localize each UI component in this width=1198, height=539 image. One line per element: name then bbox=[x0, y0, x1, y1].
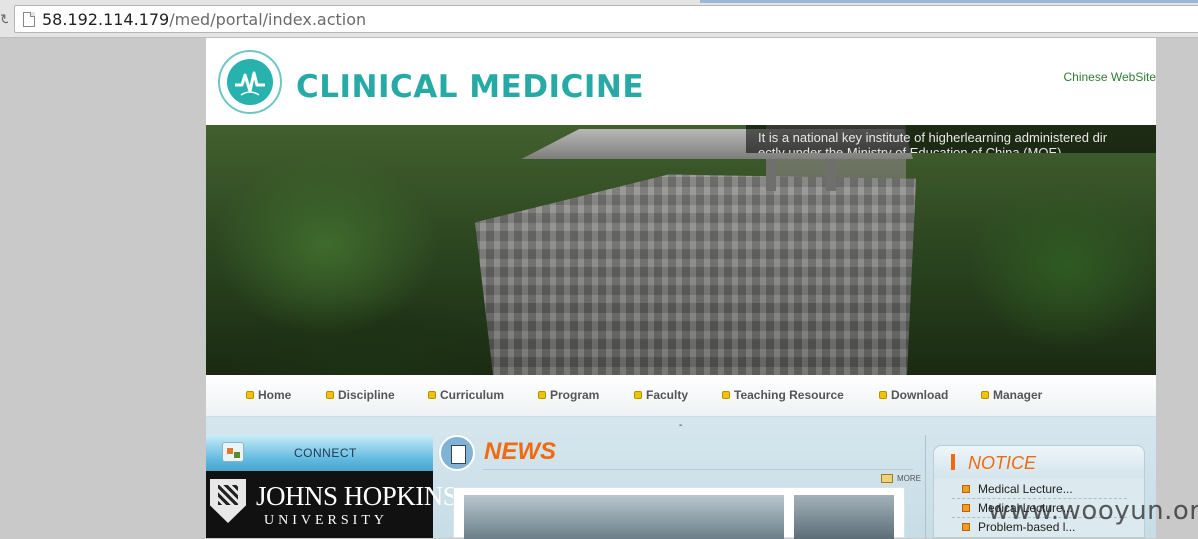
nav-bullet-icon bbox=[981, 391, 989, 399]
news-thumbnail[interactable] bbox=[794, 495, 894, 539]
notice-accent-icon bbox=[951, 454, 955, 470]
main-nav: Home Discipline Curriculum Program Facul… bbox=[206, 375, 1156, 417]
arrow-bullet-icon bbox=[962, 523, 970, 531]
notice-header: NOTICE bbox=[934, 446, 1144, 478]
banner-photo: It is a national key institute of higher… bbox=[206, 125, 1156, 375]
url-text[interactable]: 58.192.114.179/med/portal/index.action bbox=[42, 10, 366, 29]
watermark: www.wooyun.org bbox=[988, 496, 1198, 526]
nav-bullet-icon bbox=[538, 391, 546, 399]
nav-bullet-icon bbox=[634, 391, 642, 399]
nav-bullet-icon bbox=[326, 391, 334, 399]
jhu-shield-icon bbox=[210, 479, 246, 523]
nav-label: Download bbox=[891, 388, 949, 402]
site-title: CLINICAL MEDICINE bbox=[296, 69, 645, 105]
portal-page: CLINICAL MEDICINE Chinese WebSite It is … bbox=[206, 38, 1156, 539]
chinese-website-link[interactable]: Chinese WebSite bbox=[1064, 70, 1157, 84]
nav-label: Faculty bbox=[646, 388, 689, 402]
news-title: NEWS bbox=[484, 438, 556, 465]
notice-label: Medical Lecture... bbox=[978, 482, 1073, 496]
arrow-bullet-icon bbox=[962, 485, 970, 493]
banner-caption-line2: ectly under the Ministry of Education of… bbox=[758, 145, 1062, 153]
notice-item[interactable]: Medical Lecture... bbox=[962, 482, 1073, 496]
nav-item-teaching-resource[interactable]: Teaching Resource bbox=[722, 388, 844, 402]
nav-label: Curriculum bbox=[440, 388, 505, 402]
ecg-heartbeat-logo-icon bbox=[227, 59, 273, 105]
connect-panel: CONNECT JOHNS HOPKINS UNIVERSITY bbox=[206, 435, 458, 538]
notice-title: NOTICE bbox=[968, 453, 1037, 473]
banner-caption: It is a national key institute of higher… bbox=[746, 125, 1156, 153]
news-document-icon bbox=[439, 435, 475, 471]
site-header: CLINICAL MEDICINE Chinese WebSite bbox=[206, 38, 1156, 125]
connect-header: CONNECT bbox=[206, 435, 433, 471]
column-divider bbox=[925, 435, 926, 538]
nav-label: Discipline bbox=[338, 388, 395, 402]
partner-name: JOHNS HOPKINS bbox=[256, 481, 458, 511]
nav-item-program[interactable]: Program bbox=[538, 388, 599, 402]
nav-label: Manager bbox=[993, 388, 1043, 402]
more-label: MORE bbox=[897, 474, 921, 483]
separator-dash: - bbox=[679, 420, 683, 431]
news-more-link[interactable]: MORE bbox=[881, 474, 921, 483]
nav-bullet-icon bbox=[428, 391, 436, 399]
folder-icon bbox=[881, 474, 893, 483]
news-panel: NEWS MORE bbox=[437, 435, 925, 539]
nav-item-download[interactable]: Download bbox=[879, 388, 948, 402]
tab-strip-edge bbox=[700, 0, 1198, 3]
nav-bullet-icon bbox=[246, 391, 254, 399]
news-card bbox=[453, 487, 905, 539]
nav-item-curriculum[interactable]: Curriculum bbox=[428, 388, 504, 402]
nav-item-discipline[interactable]: Discipline bbox=[326, 388, 395, 402]
nav-bullet-icon bbox=[879, 391, 887, 399]
nav-item-manager[interactable]: Manager bbox=[981, 388, 1042, 402]
nav-label: Home bbox=[258, 388, 292, 402]
reload-icon[interactable]: ↻ bbox=[0, 10, 8, 28]
browser-toolbar: ↻ 58.192.114.179/med/portal/index.action bbox=[0, 0, 1198, 38]
nav-label: Program bbox=[550, 388, 600, 402]
url-path: /med/portal/index.action bbox=[169, 10, 367, 29]
nav-label: Teaching Resource bbox=[734, 388, 844, 402]
nav-item-faculty[interactable]: Faculty bbox=[634, 388, 688, 402]
news-divider bbox=[483, 469, 913, 470]
connect-title: CONNECT bbox=[294, 446, 357, 460]
network-icon bbox=[222, 442, 244, 462]
site-logo[interactable] bbox=[218, 50, 282, 114]
url-host: 58.192.114.179 bbox=[42, 10, 170, 29]
nav-item-home[interactable]: Home bbox=[246, 388, 291, 402]
bronze-ding-sculpture bbox=[475, 174, 916, 375]
news-photo[interactable] bbox=[464, 495, 784, 539]
arrow-bullet-icon bbox=[962, 504, 970, 512]
partner-sub: UNIVERSITY bbox=[264, 513, 388, 528]
address-bar[interactable]: 58.192.114.179/med/portal/index.action bbox=[14, 5, 1198, 33]
nav-bullet-icon bbox=[722, 391, 730, 399]
johns-hopkins-link[interactable]: JOHNS HOPKINS UNIVERSITY bbox=[206, 471, 458, 538]
page-icon bbox=[23, 12, 35, 27]
